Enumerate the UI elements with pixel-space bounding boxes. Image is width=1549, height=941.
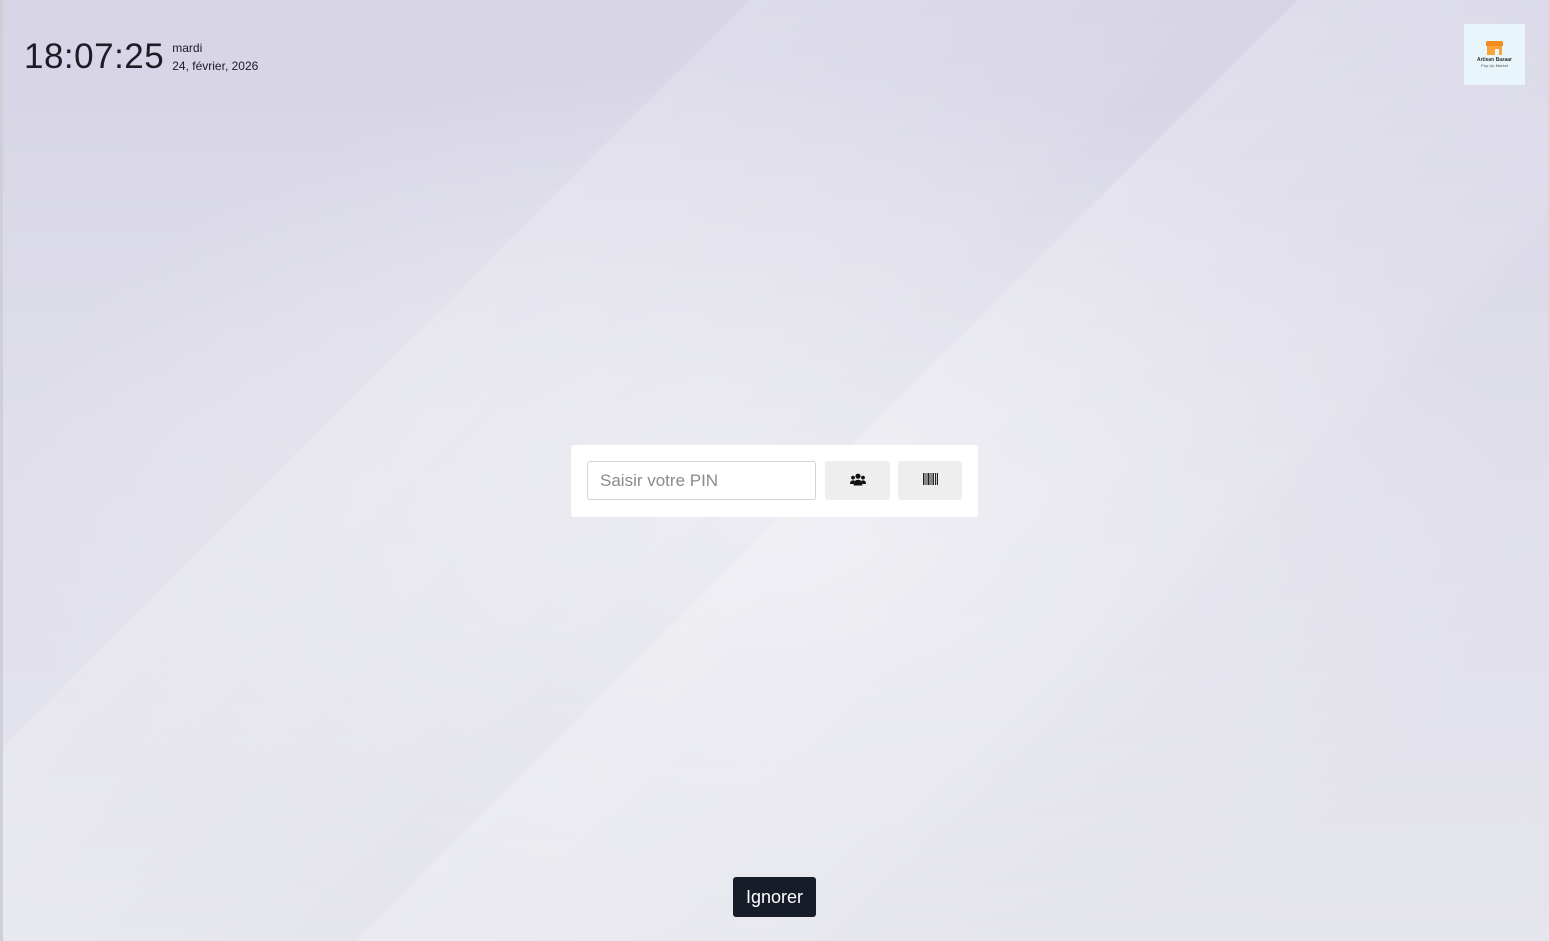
store-logo: Artisan Bazaar Pop-Up Market [1464,24,1525,85]
users-icon [849,473,866,489]
scan-barcode-button[interactable] [898,461,962,500]
clock-date: 24, février, 2026 [172,59,259,73]
pin-login-card [571,445,978,517]
barcode-icon [922,473,938,488]
select-user-button[interactable] [825,461,890,500]
logo-tagline: Pop-Up Market [1481,63,1508,68]
left-edge-divider [0,0,3,941]
clock-weekday: mardi [172,41,203,55]
clock-date-block: mardi 24, février, 2026 [172,39,258,75]
clock-time: 18:07:25 [24,37,165,76]
ignore-button[interactable]: Ignorer [733,877,816,917]
pin-input[interactable] [587,461,816,500]
storefront-icon [1486,41,1503,55]
clock: 18:07:25 mardi 24, février, 2026 [24,36,258,78]
